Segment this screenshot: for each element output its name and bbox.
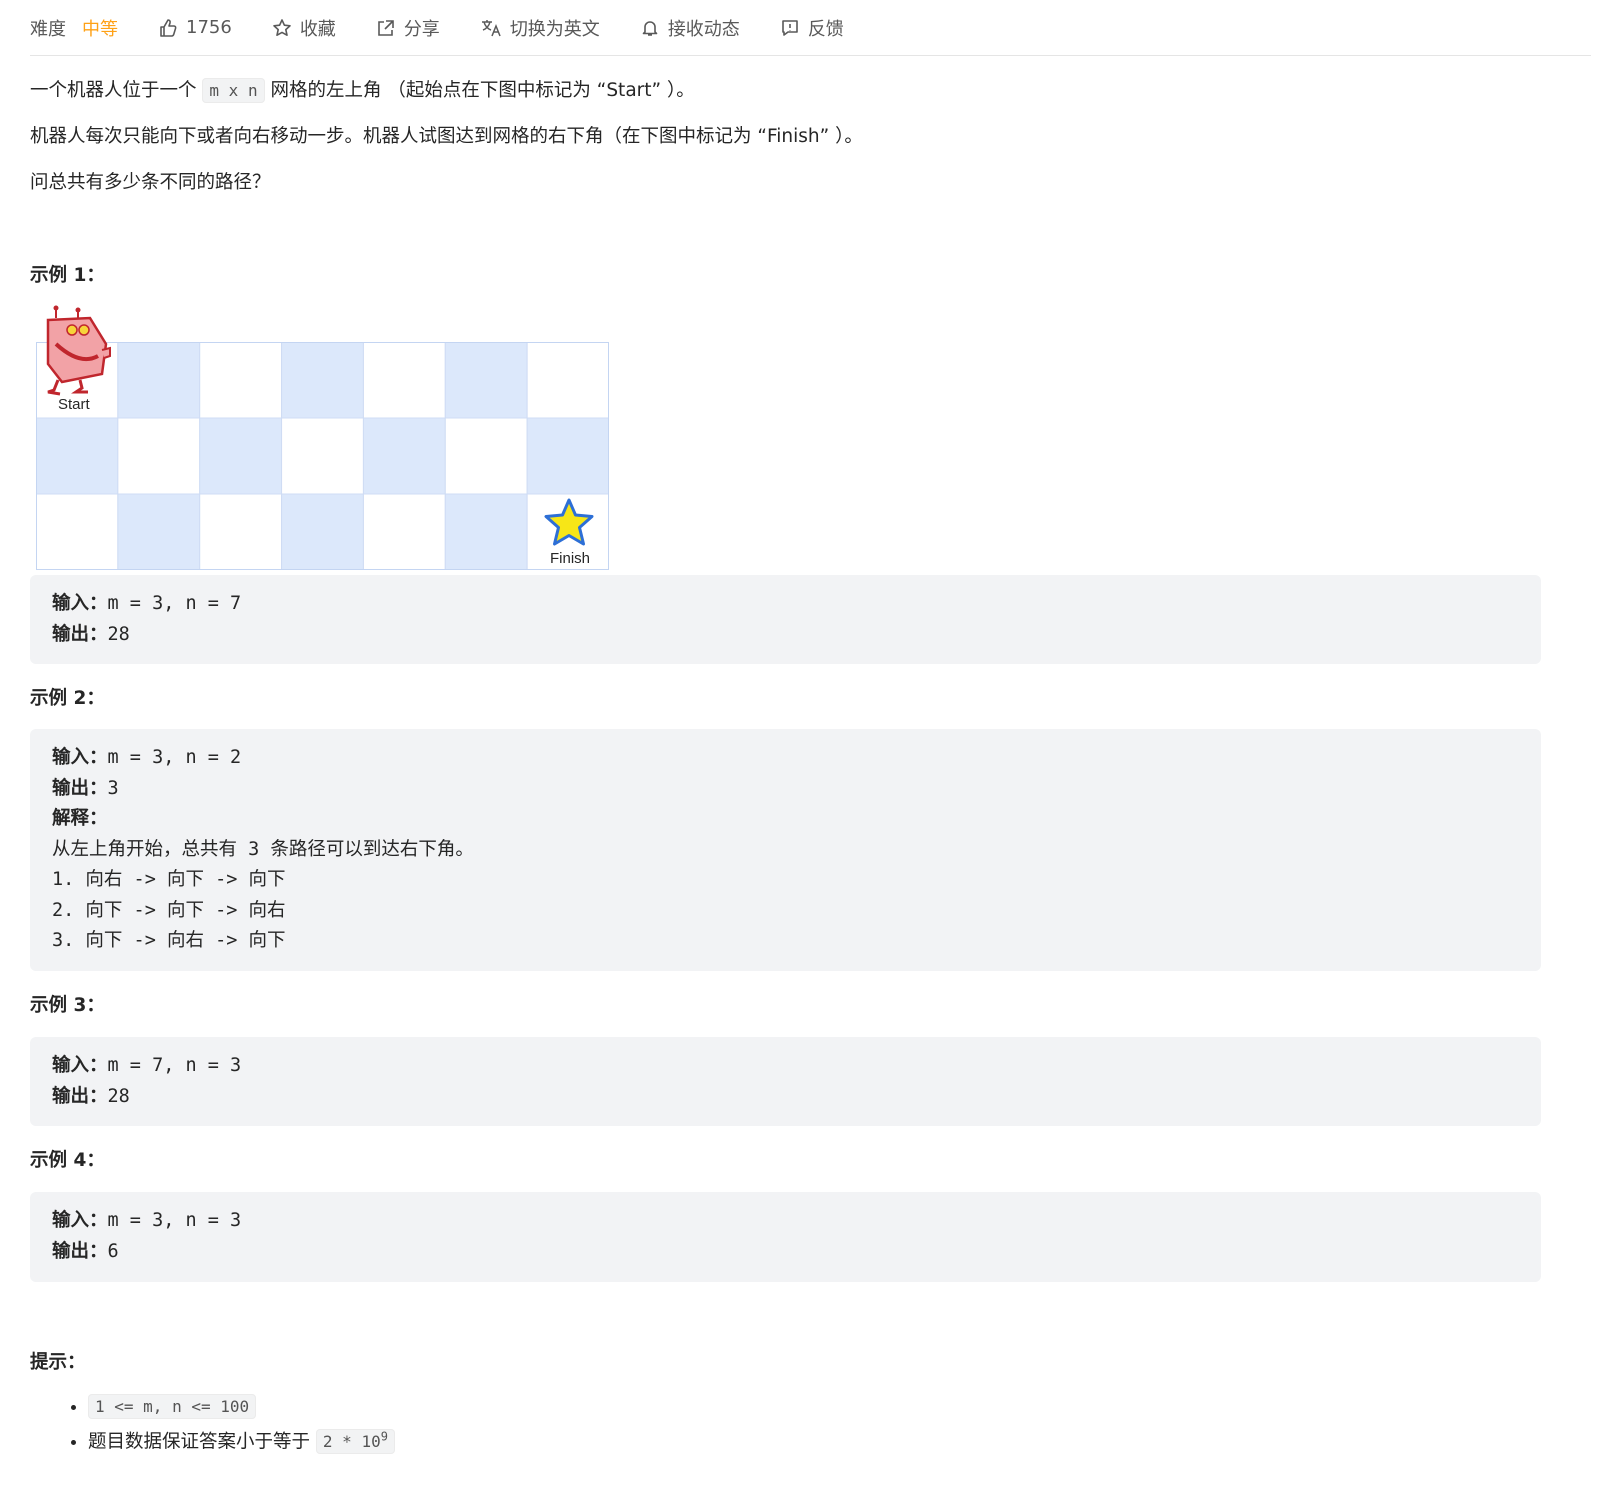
grid-cell: [36, 417, 119, 495]
grid-cell: [444, 342, 528, 419]
example-1-input-line: 输入：m = 3, n = 7: [52, 593, 242, 614]
switch-language-button[interactable]: 切换为英文: [480, 6, 600, 50]
thumbs-up-icon: [160, 18, 177, 37]
grid-cell: [444, 493, 528, 570]
grid-size-code: m x n: [202, 78, 265, 103]
grid-cell: [199, 493, 283, 570]
switch-language-label: 切换为英文: [509, 18, 600, 40]
grid-cell: [117, 342, 201, 419]
hint-2-code: 2 * 109: [315, 1429, 395, 1455]
hints-title: 提示：: [30, 1352, 86, 1373]
feedback-icon: [782, 19, 798, 36]
example-3-title: 示例 3：: [30, 995, 105, 1016]
favorite-button[interactable]: 收藏: [272, 6, 336, 50]
subscribe-label: 接收动态: [667, 18, 740, 40]
grid-cell: [281, 342, 364, 419]
subscribe-button[interactable]: 接收动态: [640, 6, 740, 50]
example-2-output-line: 输出：3: [52, 777, 119, 799]
feedback-button[interactable]: 反馈: [780, 6, 844, 50]
example-2-code-block: 输入：m = 3, n = 2 输出：3 解释： 从左上角开始，总共有 3 条路…: [30, 729, 1541, 971]
hint-item-1: 1 <= m, n <= 100: [88, 1392, 395, 1422]
start-label: Start: [58, 396, 90, 413]
example-2-path-3: 3. 向下 -> 向右 -> 向下: [52, 930, 286, 951]
grid-cell: [36, 493, 119, 570]
like-count: 1756: [186, 17, 232, 38]
example-4-title: 示例 4：: [30, 1150, 105, 1171]
grid-cell: [362, 342, 446, 419]
grid-cell: [281, 493, 364, 570]
robot-grid-figure: [36, 342, 609, 570]
example-2-explanation-line: 从左上角开始，总共有 3 条路径可以到达右下角。: [52, 838, 474, 860]
grid-cell: [362, 417, 446, 495]
example-3-code-block: 输入：m = 7, n = 3 输出：28: [30, 1037, 1541, 1126]
grid-cell: [117, 493, 201, 570]
example-2-input-line: 输入：m = 3, n = 2: [52, 747, 242, 768]
example-2-title: 示例 2：: [30, 688, 105, 709]
difficulty-label: 难度: [30, 18, 66, 40]
grid-cell: [362, 493, 446, 570]
like-button[interactable]: 1756: [158, 6, 232, 50]
description-paragraph-1: 一个机器人位于一个 m x n 网格的左上角 （起始点在下图中标记为 “Star…: [30, 76, 695, 103]
hint-item-2: 题目数据保证答案小于等于 2 * 109: [88, 1422, 395, 1455]
example-1-title: 示例 1：: [30, 265, 105, 286]
grid-cell: [526, 342, 609, 419]
example-4-output-line: 输出：6: [52, 1240, 119, 1262]
finish-star-icon: [544, 498, 594, 546]
translate-icon: [481, 19, 501, 36]
grid-cell: [444, 417, 528, 495]
example-3-output-line: 输出：28: [52, 1085, 130, 1107]
grid-cell: [199, 342, 283, 419]
description-paragraph-3: 问总共有多少条不同的路径？: [30, 172, 271, 193]
example-3-input-line: 输入：m = 7, n = 3: [52, 1055, 242, 1076]
difficulty-badge: 中等: [82, 18, 118, 40]
problem-toolbar: 难度 中等 1756 收藏 分享 切换为英文 接收动态 反馈: [30, 0, 1591, 56]
p1-text-after: 网格的左上角 （起始点在下图中标记为 “Start” ）。: [270, 80, 695, 101]
example-4-code-block: 输入：m = 3, n = 3 输出：6: [30, 1192, 1541, 1282]
p1-text-before: 一个机器人位于一个: [30, 80, 197, 101]
favorite-label: 收藏: [299, 18, 336, 40]
grid-cell: [526, 417, 609, 495]
grid-svg: [36, 342, 609, 570]
description-paragraph-2: 机器人每次只能向下或者向右移动一步。机器人试图达到网格的右下角（在下图中标记为 …: [30, 126, 863, 147]
feedback-label: 反馈: [807, 18, 844, 40]
star-icon: [273, 18, 291, 36]
share-icon: [378, 19, 394, 36]
grid-cell: [199, 417, 283, 495]
grid-cell: [281, 417, 364, 495]
example-1-output-line: 输出：28: [52, 623, 130, 645]
example-4-input-line: 输入：m = 3, n = 3: [52, 1210, 242, 1231]
bell-icon: [642, 20, 658, 36]
hint-2-text: 题目数据保证答案小于等于: [88, 1431, 311, 1453]
example-2-path-1: 1. 向右 -> 向下 -> 向下: [52, 869, 286, 890]
share-button[interactable]: 分享: [376, 6, 440, 50]
example-2-explanation-label: 解释：: [52, 808, 108, 829]
hints-list: 1 <= m, n <= 100 题目数据保证答案小于等于 2 * 109: [60, 1392, 395, 1455]
robot-icon: [46, 305, 111, 396]
example-1-code-block: 输入：m = 3, n = 7 输出：28: [30, 575, 1541, 664]
hint-1-code: 1 <= m, n <= 100: [88, 1394, 257, 1419]
finish-label: Finish: [550, 550, 591, 567]
share-label: 分享: [403, 18, 440, 40]
example-2-path-2: 2. 向下 -> 向下 -> 向右: [52, 899, 286, 921]
grid-cell: [117, 417, 201, 495]
